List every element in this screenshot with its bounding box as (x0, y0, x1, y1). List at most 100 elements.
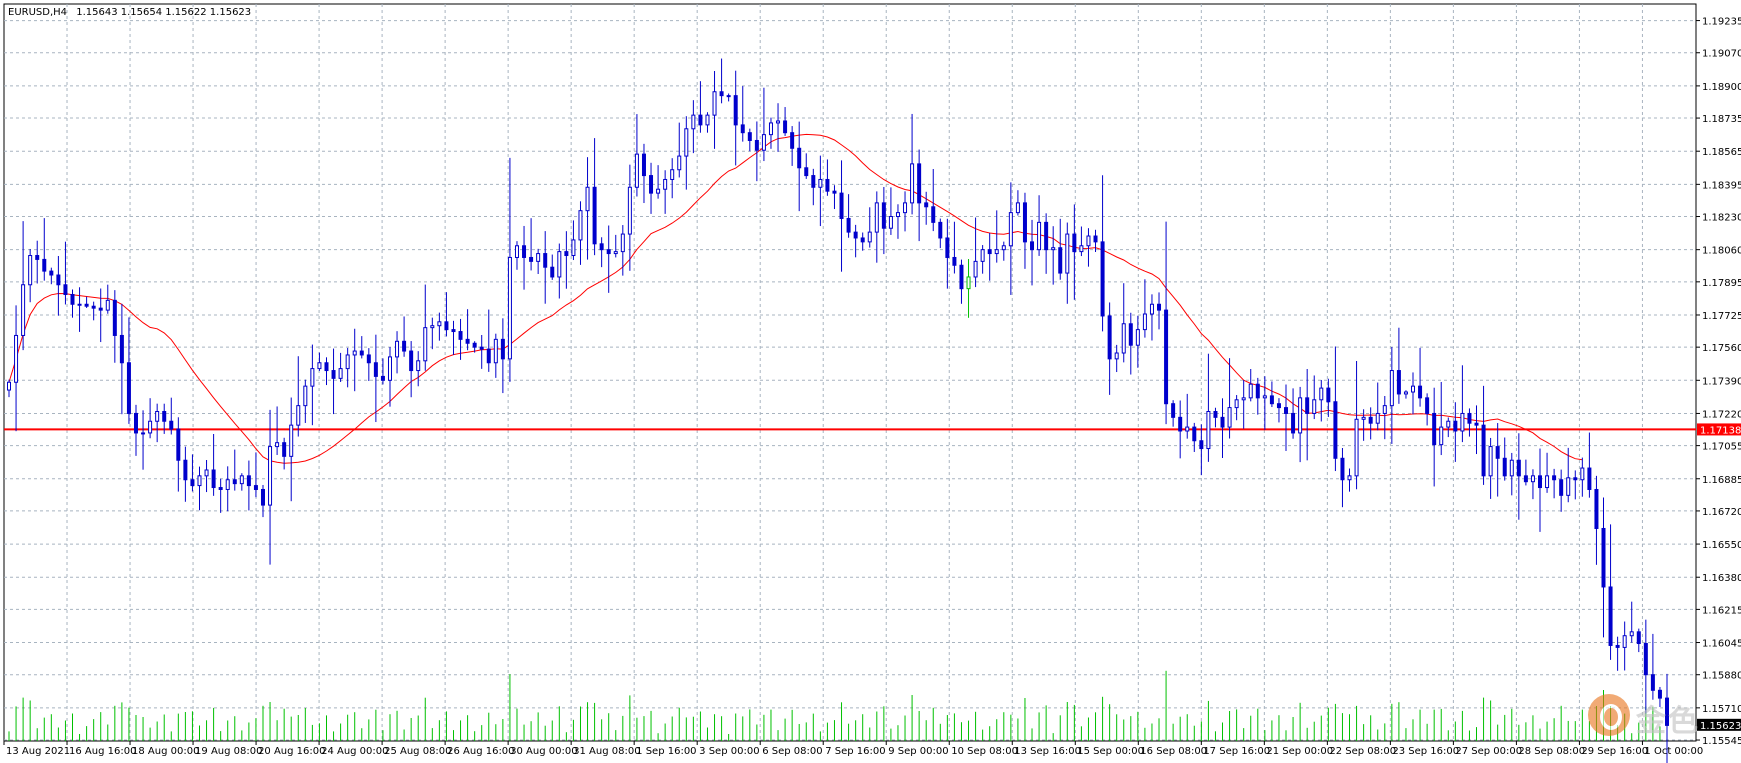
candle-body-bear (825, 178, 830, 192)
candle-body-bear (649, 175, 654, 194)
time-axis[interactable]: 13 Aug 202116 Aug 16:0018 Aug 00:0019 Au… (3, 741, 1703, 757)
x-tick-label: 19 Aug 08:00 (195, 746, 262, 757)
candle-body-bull (416, 360, 421, 372)
candle-body-bear (1559, 479, 1564, 496)
candle-body-bear (641, 153, 646, 177)
candle-body-bear (740, 124, 745, 134)
candle-body-bear (1305, 397, 1310, 414)
candle-body-bull (1079, 245, 1084, 253)
x-tick-label: 20 Aug 16:00 (258, 746, 325, 757)
x-tick-label: 29 Sep 16:00 (1581, 746, 1648, 757)
candle-body-bear (282, 442, 287, 457)
candle-body-bear (331, 370, 336, 379)
candle-body-bear (56, 274, 61, 286)
candle-body-bear (63, 284, 68, 296)
candle-body-bull (317, 362, 322, 370)
candle-body-bear (846, 217, 851, 233)
candle-body-bull (585, 186, 590, 212)
candle-body-bear (70, 294, 75, 305)
x-tick-label: 21 Sep 00:00 (1266, 746, 1333, 757)
candle-body-bear (465, 338, 470, 344)
candle-body-bull (514, 245, 519, 258)
y-tick-label: 1.18900 (1702, 82, 1741, 93)
candle-body-bear (211, 469, 216, 489)
x-tick-label: 30 Aug 00:00 (510, 746, 577, 757)
candle-body-bear (42, 258, 47, 272)
candle-body-bear (811, 175, 816, 188)
symbol-timeframe: EURUSD,H4 (8, 7, 67, 18)
candle-body-bull (1403, 391, 1408, 395)
candle-body-bull (895, 212, 900, 218)
candle-body-bear (1030, 241, 1035, 251)
candle-body-bull (1460, 412, 1465, 432)
y-tick-label: 1.17725 (1702, 311, 1741, 322)
candle-body-bear (1072, 233, 1077, 253)
candle-body-bull (670, 169, 675, 180)
candle-body-bull (225, 479, 230, 490)
candle-body-bull (387, 356, 392, 381)
y-tick-label: 1.15545 (1702, 736, 1741, 747)
x-tick-label: 26 Aug 16:00 (447, 746, 514, 757)
candle-body-bull (493, 338, 498, 364)
y-tick-label: 1.17055 (1702, 442, 1741, 453)
candle-body-bear (402, 340, 407, 352)
price-axis[interactable]: 1.19235 1.19070 1.18900 1.18735 1.18565 1.183… (1696, 17, 1741, 747)
candle-body-bull (557, 251, 562, 278)
candle-body-bull (1319, 387, 1324, 401)
y-tick-label: 1.16720 (1702, 507, 1741, 518)
candle-body-bull (1509, 459, 1514, 477)
candle-body-bull (620, 233, 625, 253)
candle-body-bull (726, 95, 731, 98)
candle-body-bull (423, 327, 428, 362)
candle-body-bull (1234, 399, 1239, 409)
candle-body-bull (7, 381, 11, 391)
candle-body-bear (1058, 247, 1063, 274)
candle-body-bear (931, 206, 936, 223)
candle-body-bear (1326, 387, 1331, 403)
x-tick-label: 24 Aug 00:00 (321, 746, 388, 757)
candle-body-bear (1178, 416, 1183, 432)
candle-body-bull (21, 284, 26, 336)
candle-body-bull (289, 424, 294, 457)
candle-body-bull (1086, 235, 1091, 247)
x-tick-label: 13 Sep 16:00 (1014, 746, 1081, 757)
candle-body-bull (239, 475, 244, 485)
candle-body-bear (1368, 416, 1373, 424)
candle-body-bull (613, 251, 618, 255)
price-chart[interactable]: 1.19235 1.19070 1.18900 1.18735 1.18565 1.183… (0, 0, 1741, 763)
candle-body-bear (1615, 644, 1620, 648)
candle-body-bear (1418, 385, 1423, 399)
x-tick-label: 18 Aug 00:00 (132, 746, 199, 757)
candle-body-bull (536, 253, 541, 262)
candle-body-bear (324, 362, 329, 372)
candle-body-bull (1149, 303, 1154, 315)
candle-body-bear (84, 303, 89, 307)
candle-body-bull (1446, 420, 1451, 428)
candle-body-bull (1142, 313, 1147, 331)
candle-body-bull (275, 442, 280, 448)
candle-body-bear (472, 342, 477, 348)
candle-body-bear (1396, 370, 1401, 395)
candle-body-bear (486, 348, 491, 364)
candle-body-bear (162, 410, 167, 422)
candle-body-bull (345, 354, 350, 370)
candle-body-bull (903, 202, 908, 214)
candle-body-bear (860, 237, 865, 243)
candle-body-bear (1432, 412, 1437, 446)
y-tick-label: 1.18735 (1702, 114, 1741, 125)
candle-body-bull (1629, 631, 1634, 637)
candle-body-bull (966, 276, 971, 290)
candle-body-bull (1008, 212, 1013, 247)
candle-body-bear (409, 350, 414, 372)
candle-body-bull (303, 385, 308, 407)
candle-body-bear (1552, 475, 1557, 481)
candle-body-bull (1622, 635, 1627, 648)
candle-body-bear (1199, 440, 1204, 450)
y-tick-label: 1.19070 (1702, 49, 1741, 60)
candle-body-bull (910, 163, 915, 204)
y-tick-label: 1.16045 (1702, 639, 1741, 650)
candle-body-bear (1601, 527, 1606, 588)
candle-body-bear (1269, 395, 1274, 405)
candle-body-bull (656, 188, 661, 194)
candle-body-bull (1354, 418, 1359, 477)
